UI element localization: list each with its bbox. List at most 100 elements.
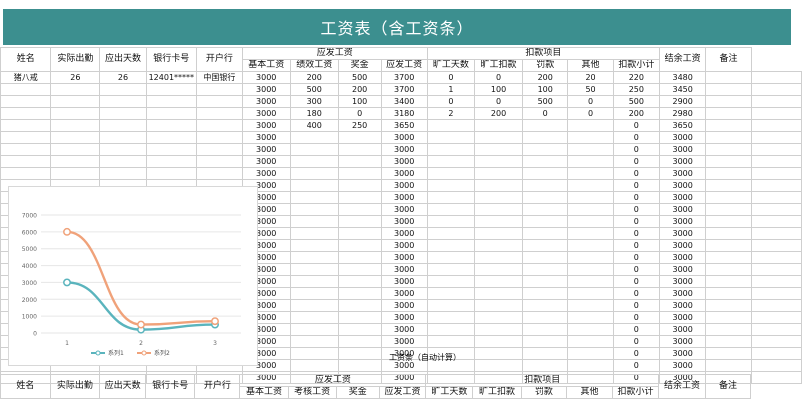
payslip-header-other[interactable]: 其他 — [566, 386, 613, 399]
cell-bank[interactable] — [195, 107, 243, 120]
cell-fine[interactable] — [522, 275, 569, 288]
cell-due-days[interactable] — [99, 143, 147, 156]
header-other[interactable]: 其他 — [567, 59, 614, 72]
cell-bonus[interactable]: 250 — [337, 119, 382, 132]
cell-fine[interactable]: 200 — [522, 71, 569, 84]
cell-bonus[interactable]: 0 — [337, 107, 382, 120]
cell-gross[interactable]: 3000 — [380, 263, 428, 276]
cell-other[interactable] — [567, 299, 614, 312]
cell-absent-days[interactable]: 1 — [426, 83, 476, 96]
cell-remark[interactable] — [705, 287, 752, 300]
payslip-header-remark[interactable]: 备注 — [704, 374, 752, 399]
payslip-header-net[interactable]: 结余工资 — [658, 374, 706, 399]
cell-net[interactable]: 3000 — [659, 251, 707, 264]
cell-bonus[interactable] — [337, 299, 382, 312]
cell-remark[interactable] — [705, 251, 752, 264]
cell-due-days[interactable] — [99, 155, 147, 168]
cell-due-days[interactable] — [99, 83, 147, 96]
cell-fine[interactable] — [522, 323, 569, 336]
cell-remark[interactable] — [705, 83, 752, 96]
cell-bonus[interactable] — [337, 275, 382, 288]
cell-net[interactable]: 3650 — [659, 119, 707, 132]
cell-net[interactable]: 3000 — [659, 299, 707, 312]
payslip-header-bonus[interactable]: 奖金 — [335, 386, 380, 399]
cell-gross[interactable]: 3400 — [380, 95, 428, 108]
cell-deduct-total[interactable]: 0 — [612, 359, 661, 372]
cell-card[interactable] — [145, 95, 197, 108]
cell-gross[interactable]: 3000 — [380, 239, 428, 252]
header-gross[interactable]: 应发工资 — [380, 59, 428, 72]
cell-remark[interactable] — [705, 143, 752, 156]
cell-extra[interactable] — [750, 215, 802, 228]
cell-perf[interactable] — [289, 299, 339, 312]
cell-other[interactable] — [567, 155, 614, 168]
cell-other[interactable] — [567, 323, 614, 336]
cell-deduct-total[interactable]: 0 — [612, 263, 661, 276]
cell-extra[interactable] — [750, 155, 802, 168]
header-payable-group[interactable]: 应发工资 — [241, 47, 428, 60]
cell-bonus[interactable] — [337, 179, 382, 192]
cell-bank[interactable] — [195, 155, 243, 168]
cell-deduct-total[interactable]: 0 — [612, 167, 661, 180]
cell-absent-deduct[interactable] — [474, 167, 524, 180]
cell-card[interactable] — [145, 107, 197, 120]
cell-remark[interactable] — [705, 335, 752, 348]
payslip-header-bank[interactable]: 开户行 — [194, 374, 241, 399]
cell-name[interactable] — [0, 83, 52, 96]
cell-extra[interactable] — [750, 275, 802, 288]
cell-perf[interactable] — [289, 167, 339, 180]
cell-perf[interactable] — [289, 143, 339, 156]
cell-fine[interactable] — [522, 143, 569, 156]
cell-absent-deduct[interactable] — [474, 155, 524, 168]
cell-other[interactable] — [567, 119, 614, 132]
cell-absent-days[interactable] — [426, 251, 476, 264]
cell-other[interactable] — [567, 335, 614, 348]
cell-perf[interactable] — [289, 359, 339, 372]
cell-attendance[interactable]: 26 — [50, 71, 101, 84]
cell-absent-days[interactable]: 0 — [426, 95, 476, 108]
cell-absent-deduct[interactable] — [474, 251, 524, 264]
cell-extra[interactable] — [750, 143, 802, 156]
cell-fine[interactable] — [522, 227, 569, 240]
cell-remark[interactable] — [705, 203, 752, 216]
cell-extra[interactable] — [750, 203, 802, 216]
cell-fine[interactable] — [522, 311, 569, 324]
cell-net[interactable]: 3000 — [659, 143, 707, 156]
cell-attendance[interactable] — [50, 95, 101, 108]
payslip-header-deduct-group[interactable]: 扣款项目 — [425, 374, 660, 387]
cell-gross[interactable]: 3000 — [380, 299, 428, 312]
header-bonus[interactable]: 奖金 — [337, 59, 382, 72]
cell-deduct-total[interactable]: 0 — [612, 347, 661, 360]
cell-fine[interactable] — [522, 167, 569, 180]
cell-absent-days[interactable] — [426, 203, 476, 216]
cell-other[interactable] — [567, 311, 614, 324]
cell-base[interactable]: 3000 — [241, 119, 291, 132]
header-name[interactable]: 姓名 — [0, 47, 52, 72]
cell-bank[interactable] — [195, 119, 243, 132]
cell-bonus[interactable]: 100 — [337, 95, 382, 108]
cell-other[interactable] — [567, 239, 614, 252]
series-line-2[interactable] — [66, 230, 216, 326]
cell-perf[interactable] — [289, 335, 339, 348]
header-base[interactable]: 基本工资 — [241, 59, 291, 72]
cell-other[interactable] — [567, 143, 614, 156]
cell-remark[interactable] — [705, 119, 752, 132]
cell-perf[interactable] — [289, 179, 339, 192]
cell-net[interactable]: 3000 — [659, 239, 707, 252]
cell-deduct-total[interactable]: 0 — [612, 323, 661, 336]
cell-other[interactable]: 50 — [567, 83, 614, 96]
cell-net[interactable]: 3000 — [659, 131, 707, 144]
cell-other[interactable] — [567, 275, 614, 288]
cell-perf[interactable] — [289, 311, 339, 324]
cell-net[interactable]: 3000 — [659, 263, 707, 276]
cell-card[interactable] — [145, 119, 197, 132]
cell-perf[interactable]: 200 — [289, 71, 339, 84]
cell-deduct-total[interactable]: 200 — [612, 107, 661, 120]
cell-gross[interactable]: 3000 — [380, 323, 428, 336]
cell-due-days[interactable] — [99, 131, 147, 144]
cell-card[interactable] — [145, 143, 197, 156]
cell-perf[interactable] — [289, 275, 339, 288]
cell-absent-days[interactable] — [426, 119, 476, 132]
cell-net[interactable]: 3000 — [659, 167, 707, 180]
cell-gross[interactable]: 3000 — [380, 335, 428, 348]
